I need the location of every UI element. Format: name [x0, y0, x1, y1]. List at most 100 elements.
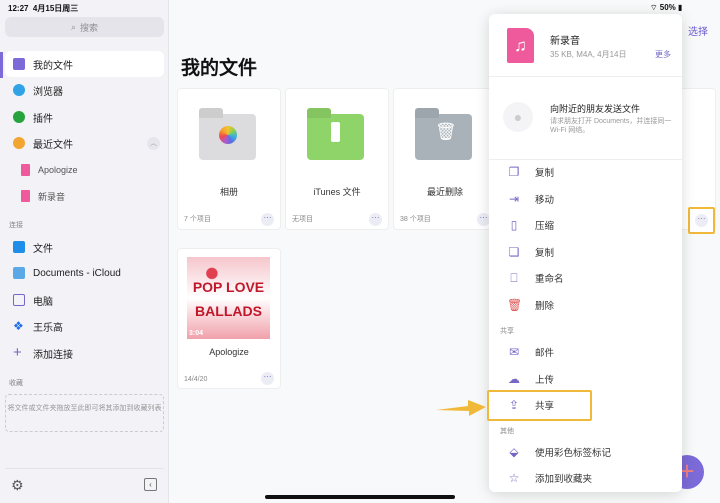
- more-info-link[interactable]: 更多: [655, 49, 671, 60]
- share-section-header: 共享: [500, 328, 514, 335]
- battery-level: 50%: [659, 3, 676, 12]
- label: 添加到收藏夹: [535, 474, 593, 485]
- label: Apologize: [38, 165, 78, 175]
- menu-compress[interactable]: ▯ 压缩: [489, 213, 682, 237]
- label: 浏览器: [33, 86, 63, 98]
- connection-computer[interactable]: 电脑: [5, 287, 164, 313]
- collapse-sidebar-icon[interactable]: ‹: [144, 478, 157, 491]
- connection-icloud[interactable]: Documents - iCloud: [5, 260, 164, 286]
- duplicate-icon: ❏: [508, 245, 520, 259]
- label: 复制: [535, 248, 555, 259]
- active-indicator: [0, 52, 3, 78]
- sidebar-item-plugins[interactable]: 插件: [5, 104, 164, 130]
- tag-icon: ⬙: [509, 445, 519, 459]
- label: 添加连接: [33, 349, 73, 361]
- sidebar-item-my-files[interactable]: 我的文件: [5, 51, 164, 77]
- music-file-icon: [21, 190, 30, 202]
- card-name: 相册: [219, 187, 238, 197]
- menu-upload[interactable]: ☁ 上传: [489, 367, 682, 391]
- menu-mail[interactable]: ✉ 邮件: [489, 340, 682, 364]
- label: 移动: [535, 195, 555, 206]
- copy-icon: ❐: [508, 165, 520, 179]
- label: 复制: [535, 168, 555, 179]
- trash-icon: 🗑︎: [435, 122, 457, 141]
- person-avatar-icon[interactable]: ●: [503, 102, 533, 132]
- folder-icon: [13, 58, 25, 70]
- highlighted-more-button[interactable]: ···: [688, 207, 715, 234]
- menu-duplicate[interactable]: ❏ 复制: [489, 240, 682, 264]
- card-name: Apologize: [209, 347, 249, 357]
- dropbox-icon: ❖: [13, 319, 24, 333]
- album-art-text: POP LOVE: [192, 279, 265, 295]
- computer-icon: [13, 294, 25, 306]
- share-highlight-box: [487, 390, 592, 421]
- label: 使用彩色标签标记: [535, 448, 612, 459]
- itunes-folder-icon: [307, 114, 364, 160]
- divider: [5, 468, 164, 469]
- photos-folder-icon: [199, 114, 256, 160]
- settings-gear-icon[interactable]: ⚙: [11, 477, 24, 494]
- label: 压缩: [535, 221, 555, 232]
- sidebar-item-browser[interactable]: 浏览器: [5, 77, 164, 103]
- connections-header: 连接: [9, 222, 23, 229]
- menu-add-favorite[interactable]: ☆ 添加到收藏夹: [489, 466, 682, 490]
- connection-files[interactable]: 文件: [5, 234, 164, 260]
- select-button[interactable]: 选择: [688, 23, 708, 38]
- date: 4月15日周三: [32, 4, 79, 13]
- recent-item[interactable]: 新录音: [5, 183, 164, 209]
- favorites-header: 收藏: [9, 380, 23, 387]
- duration: 3:04: [189, 330, 204, 337]
- label: 邮件: [535, 348, 555, 359]
- file-card-apologize[interactable]: POP LOVE BALLADS 3:04 Apologize 14/4/20 ··…: [177, 248, 281, 389]
- home-indicator: [265, 495, 455, 499]
- card-name: 最近删除: [426, 187, 463, 197]
- music-file-icon: ♫: [507, 28, 534, 63]
- menu-rename[interactable]: ⎕ 重命名: [489, 266, 682, 290]
- cloud-upload-icon: ☁: [508, 372, 520, 386]
- more-options-button[interactable]: ···: [261, 372, 274, 385]
- clock-icon: [13, 137, 25, 149]
- label: 我的文件: [33, 60, 73, 72]
- menu-copy[interactable]: ❐ 复制: [489, 160, 682, 184]
- card-meta: 无项目: [292, 216, 313, 223]
- menu-delete[interactable]: 🗑︎ 删除: [489, 293, 682, 317]
- page-title: 我的文件: [181, 58, 258, 79]
- label: 重命名: [535, 274, 564, 285]
- divider: [489, 76, 682, 77]
- recent-item[interactable]: Apologize: [5, 157, 164, 183]
- search-input[interactable]: ⌕ 搜索: [5, 17, 164, 37]
- album-art: POP LOVE BALLADS 3:04: [187, 257, 270, 339]
- other-section-header: 其他: [500, 428, 514, 435]
- label: 新录音: [38, 191, 66, 202]
- search-icon: ⌕: [70, 21, 77, 32]
- cart-icon: [13, 111, 25, 123]
- time: 12:27: [8, 4, 29, 13]
- label: 电脑: [33, 296, 53, 308]
- connection-dropbox[interactable]: ❖ 王乐高: [5, 313, 164, 339]
- file-name: 新录音: [550, 36, 580, 47]
- status-time: 12:27 4月15日周三: [8, 3, 78, 14]
- music-file-icon: [21, 164, 30, 176]
- folder-icon: [13, 241, 25, 253]
- card-name: iTunes 文件: [313, 187, 361, 197]
- card-meta: 38 个项目: [400, 216, 431, 223]
- card-meta: 14/4/20: [184, 376, 208, 383]
- sidebar-item-recent[interactable]: 最近文件 ︿: [5, 130, 164, 156]
- label: 王乐高: [33, 322, 63, 334]
- menu-color-tag[interactable]: ⬙ 使用彩色标签标记: [489, 440, 682, 464]
- file-info: 35 KB, M4A, 4月14日: [550, 50, 627, 59]
- menu-move[interactable]: ⇥ 移动: [489, 187, 682, 211]
- more-options-button[interactable]: ···: [261, 213, 274, 226]
- mail-icon: ✉: [508, 345, 520, 359]
- folder-card-photos[interactable]: 相册 7 个项目 ···: [177, 88, 281, 230]
- card-meta: 7 个项目: [184, 216, 211, 223]
- add-connection-button[interactable]: + 添加连接: [5, 340, 164, 366]
- chevron-up-icon[interactable]: ︿: [147, 136, 160, 150]
- plus-icon: +: [13, 344, 22, 361]
- folder-card-itunes[interactable]: iTunes 文件 无项目 ···: [285, 88, 389, 230]
- nearby-share-title[interactable]: 向附近的朋友发送文件: [550, 102, 640, 115]
- more-options-button[interactable]: ···: [369, 213, 382, 226]
- sidebar: 12:27 4月15日周三 ⌕ 搜索 我的文件 浏览器 插件 最近文件 ︿ Apol…: [0, 0, 169, 503]
- folder-card-trash[interactable]: 🗑︎ 最近删除 38 个项目 ···: [393, 88, 497, 230]
- more-icon: ···: [695, 214, 708, 227]
